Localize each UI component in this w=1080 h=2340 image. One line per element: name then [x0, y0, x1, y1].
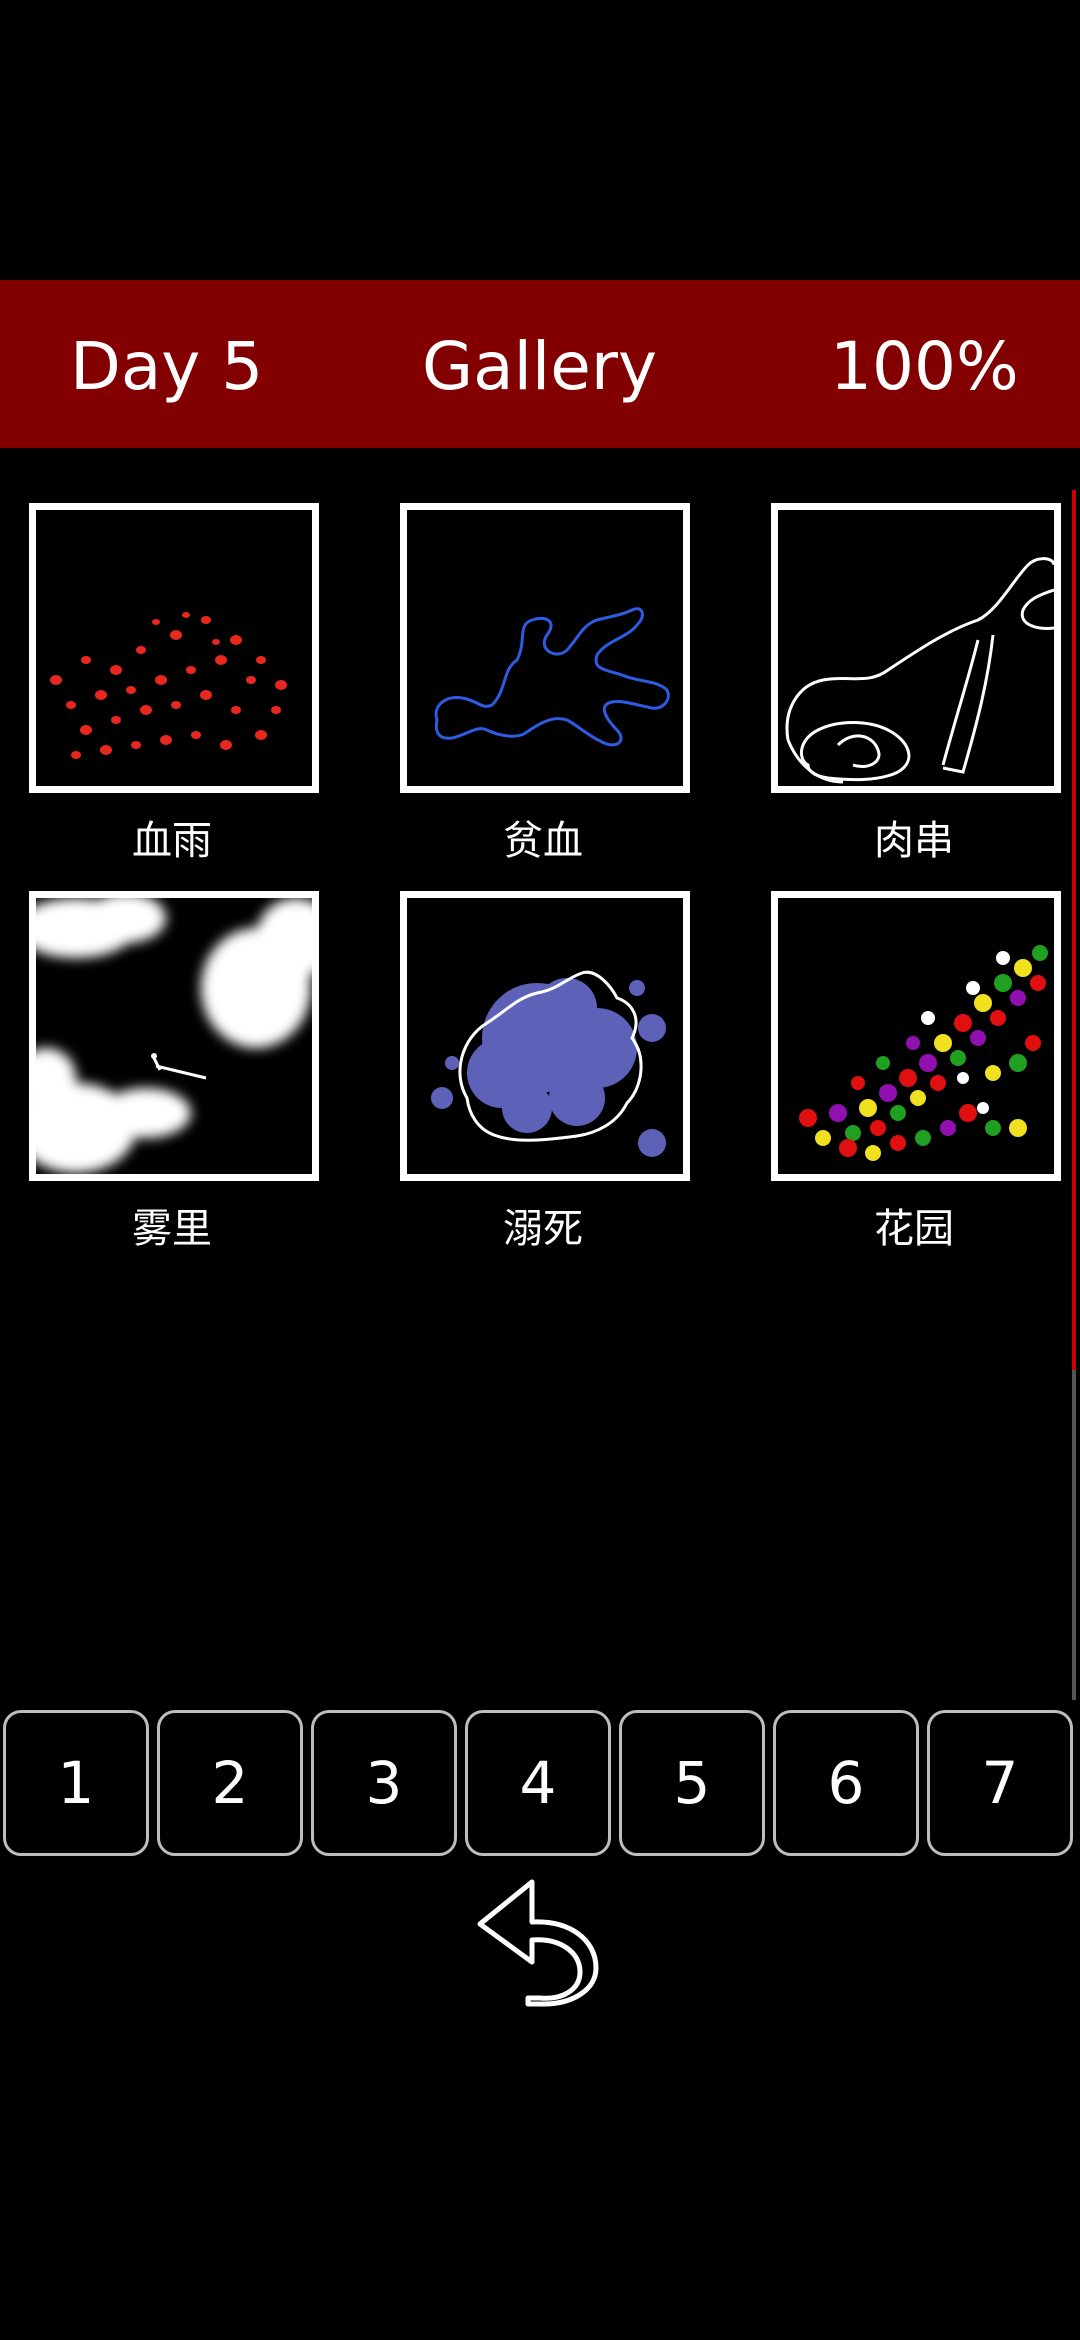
gallery-caption: 雾里: [132, 1206, 212, 1252]
gallery-item-drowning[interactable]: [400, 891, 690, 1181]
gallery-item-skewer[interactable]: [771, 503, 1061, 793]
gallery-item-garden[interactable]: [771, 891, 1061, 1181]
drowning-thumbnail: [431, 970, 666, 1157]
anemia-thumbnail: [434, 607, 670, 747]
page-button-3[interactable]: 3: [311, 1710, 457, 1856]
header-bar: Day 5 Gallery 100%: [0, 280, 1080, 448]
page-title: Gallery: [422, 328, 658, 405]
completion-percent: 100%: [830, 328, 1019, 405]
gallery-caption: 溺死: [503, 1206, 583, 1252]
fog-thumbnail: [36, 898, 312, 1173]
blood-rain-thumbnail: [50, 612, 287, 759]
page-button-5[interactable]: 5: [619, 1710, 765, 1856]
skewer-thumbnail: [785, 557, 1054, 784]
gallery-caption: 肉串: [874, 818, 954, 864]
day-label: Day 5: [70, 328, 264, 405]
undo-arrow-icon: [477, 1879, 599, 2007]
gallery-item-blood-rain[interactable]: [29, 503, 319, 793]
gallery-caption: 花园: [874, 1206, 954, 1252]
back-button[interactable]: [470, 1872, 610, 2012]
page-selector: 1 2 3 4 5 6 7: [0, 1710, 1080, 1860]
page-button-1[interactable]: 1: [3, 1710, 149, 1856]
gallery-caption: 血雨: [132, 818, 212, 864]
page-button-6[interactable]: 6: [773, 1710, 919, 1856]
page-button-2[interactable]: 2: [157, 1710, 303, 1856]
gallery-item-in-the-fog[interactable]: [29, 891, 319, 1181]
gallery-caption: 贫血: [503, 818, 583, 864]
garden-thumbnail: [799, 945, 1048, 1161]
scrollbar-thumb[interactable]: [1072, 490, 1076, 1370]
page-button-4[interactable]: 4: [465, 1710, 611, 1856]
page-button-7[interactable]: 7: [927, 1710, 1073, 1856]
gallery-item-anemia[interactable]: [400, 503, 690, 793]
